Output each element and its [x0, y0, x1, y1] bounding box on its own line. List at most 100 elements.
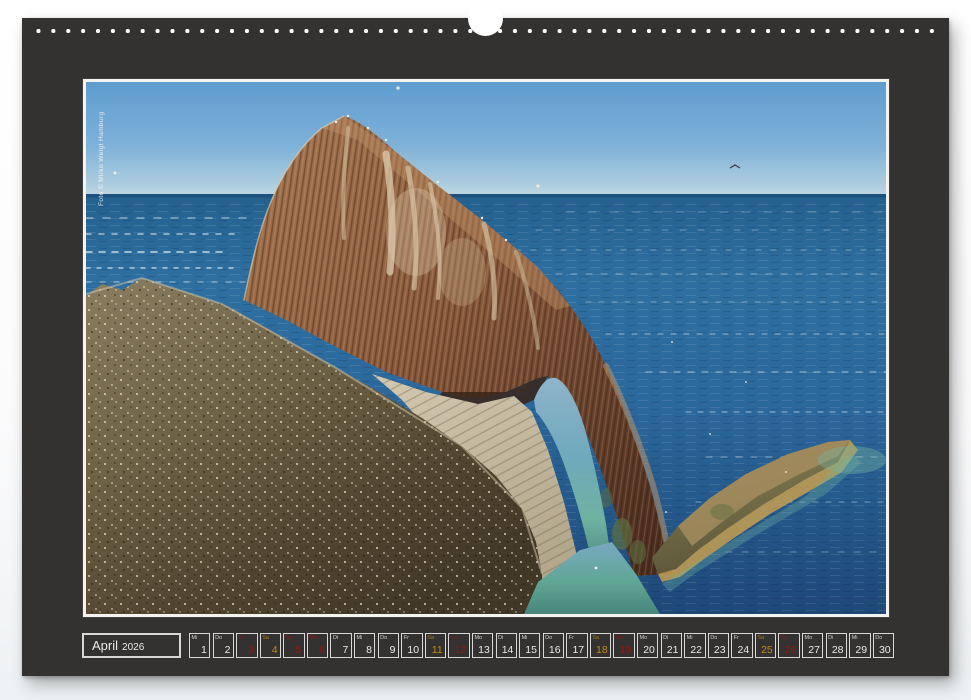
weekday-label: So	[616, 635, 623, 641]
day-number: 14	[502, 645, 514, 656]
landscape-photo: Foto © Mirko Weigt Hamburg	[86, 82, 886, 614]
weekday-label: Fr	[404, 635, 409, 641]
calendar-day-cell: Mo 13	[472, 633, 493, 658]
month-label: April	[92, 635, 118, 657]
weekday-label: Fr	[239, 635, 244, 641]
calendar-day-cell: Di 28	[826, 633, 847, 658]
weekday-label: Mi	[852, 635, 858, 641]
weekday-label: Fr	[734, 635, 739, 641]
calendar-day-cell: Do 30	[873, 633, 894, 658]
day-number: 30	[879, 645, 891, 656]
day-number: 5	[295, 645, 301, 656]
calendar-day-cell: Mo 27	[802, 633, 823, 658]
weekday-label: Sa	[262, 635, 269, 641]
weekday-label: Mo	[474, 635, 482, 641]
calendar-day-cell: Mo 6	[307, 633, 328, 658]
calendar-day-cell: Do 9	[378, 633, 399, 658]
calendar-day-cell: Fr 3	[236, 633, 257, 658]
calendar-day-cell: Sa 18	[590, 633, 611, 658]
wall-calendar-board: Foto © Mirko Weigt Hamburg April 2026 Mi…	[22, 18, 949, 676]
weekday-label: So	[286, 635, 293, 641]
weekday-label: Sa	[592, 635, 599, 641]
photo-credit: Foto © Mirko Weigt Hamburg	[98, 86, 105, 206]
calendar-day-cell: Fr 17	[566, 633, 587, 658]
day-number: 10	[407, 645, 419, 656]
calendar-day-cell: Do 16	[543, 633, 564, 658]
day-number: 6	[319, 645, 325, 656]
calendar-day-cell: Sa 4	[260, 633, 281, 658]
weekday-label: Mi	[192, 635, 198, 641]
calendar-day-cell: Sa 25	[755, 633, 776, 658]
day-number: 12	[455, 645, 467, 656]
calendar-day-cell: Mi 22	[684, 633, 705, 658]
calendar-day-cell: So 12	[448, 633, 469, 658]
calendar-day-cell: Mi 15	[519, 633, 540, 658]
calendar-day-cell: Di 14	[496, 633, 517, 658]
day-number: 24	[738, 645, 750, 656]
weekday-label: So	[781, 635, 788, 641]
weekday-label: Mi	[522, 635, 528, 641]
day-number: 26	[785, 645, 797, 656]
day-number: 16	[549, 645, 561, 656]
day-number: 15	[525, 645, 537, 656]
weekday-label: Mo	[309, 635, 317, 641]
day-number: 4	[272, 645, 278, 656]
calendar-day-cell: Sa 11	[425, 633, 446, 658]
weekday-label: Do	[545, 635, 552, 641]
bow-fiddle-rock-scene	[86, 82, 886, 614]
day-number: 7	[343, 645, 349, 656]
day-number: 19	[620, 645, 632, 656]
weekday-label: Mo	[805, 635, 813, 641]
weekday-label: Di	[663, 635, 668, 641]
weekday-label: Di	[333, 635, 338, 641]
calendar-day-cell: Mi 8	[354, 633, 375, 658]
weekday-label: Do	[875, 635, 882, 641]
day-number: 17	[572, 645, 584, 656]
calendar-day-cell: Di 7	[330, 633, 351, 658]
weekday-label: Do	[380, 635, 387, 641]
calendar-day-cell: Mo 20	[637, 633, 658, 658]
calendar-day-cell: Do 2	[213, 633, 234, 658]
weekday-label: Fr	[569, 635, 574, 641]
day-number: 1	[201, 645, 207, 656]
month-year-box: April 2026	[82, 633, 181, 658]
day-number: 8	[366, 645, 372, 656]
weekday-label: Di	[828, 635, 833, 641]
calendar-day-cell: Di 21	[661, 633, 682, 658]
weekday-label: Di	[498, 635, 503, 641]
date-strip: April 2026 Mi 1 Do 2 Fr 3 Sa 4 So 5 Mo 6…	[82, 633, 896, 658]
day-number: 29	[855, 645, 867, 656]
day-number: 11	[432, 645, 443, 656]
calendar-day-cell: Mi 29	[849, 633, 870, 658]
day-cells-row: Mi 1 Do 2 Fr 3 Sa 4 So 5 Mo 6 Di 7 Mi 8 …	[189, 633, 896, 658]
calendar-day-cell: Fr 24	[731, 633, 752, 658]
weekday-label: Mo	[639, 635, 647, 641]
day-number: 18	[596, 645, 608, 656]
calendar-day-cell: Do 23	[708, 633, 729, 658]
day-number: 25	[761, 645, 773, 656]
hanger-notch	[468, 1, 503, 36]
calendar-day-cell: Fr 10	[401, 633, 422, 658]
day-number: 3	[248, 645, 254, 656]
day-number: 2	[225, 645, 231, 656]
weekday-label: Mi	[687, 635, 693, 641]
day-number: 20	[643, 645, 655, 656]
weekday-label: So	[451, 635, 458, 641]
weekday-label: Mi	[357, 635, 363, 641]
day-number: 9	[390, 645, 396, 656]
weekday-label: Sa	[757, 635, 764, 641]
calendar-day-cell: Mi 1	[189, 633, 210, 658]
photo-frame: Foto © Mirko Weigt Hamburg	[83, 79, 889, 617]
day-number: 23	[714, 645, 726, 656]
weekday-label: Do	[215, 635, 222, 641]
sky-region	[86, 82, 886, 200]
calendar-day-cell: So 26	[778, 633, 799, 658]
weekday-label: Do	[710, 635, 717, 641]
day-number: 21	[667, 645, 679, 656]
calendar-day-cell: So 19	[613, 633, 634, 658]
day-number: 22	[690, 645, 702, 656]
weekday-label: Sa	[427, 635, 434, 641]
year-label: 2026	[122, 642, 144, 653]
day-number: 13	[478, 645, 490, 656]
day-number: 27	[808, 645, 820, 656]
